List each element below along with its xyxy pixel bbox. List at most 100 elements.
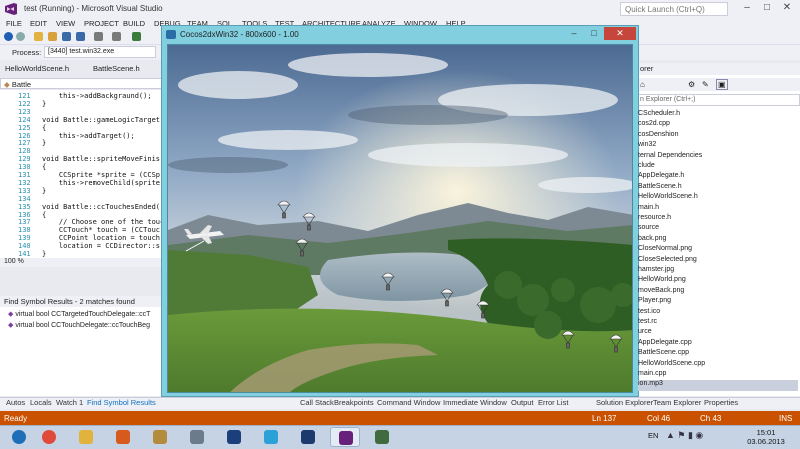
solution-item[interactable]: main.h [638,204,798,215]
solution-item[interactable]: back.png [638,235,798,246]
solution-search-input[interactable]: n Explorer (Ctrl+;) [636,94,800,106]
solution-item[interactable]: ion.mp3 [638,380,798,391]
start-orb-glyph [12,430,26,444]
tab-watch-1[interactable]: Watch 1 [56,398,83,407]
solution-item[interactable]: test.rc [638,318,798,329]
tray-icons[interactable]: ▲ ⚑ ▮ ◉ [666,430,703,441]
solution-item[interactable]: CloseSelected.png [638,256,798,267]
chrome-icon[interactable] [34,427,64,447]
redo-icon[interactable] [112,32,121,41]
quick-launch-input[interactable]: Quick Launch (Ctrl+Q) [620,2,728,16]
solution-item[interactable]: Player.png [638,297,798,308]
code-line[interactable]: 141} [0,250,165,258]
solution-item[interactable]: resource.h [638,214,798,225]
solution-item[interactable]: HelloWorld.png [638,276,798,287]
solution-item[interactable]: moveBack.png [638,287,798,298]
game-close-button[interactable]: ✕ [604,27,636,40]
media-icon[interactable] [108,427,138,447]
code-editor[interactable]: 121 this->addBackgraund(); 122} 123 124 void… [0,90,165,258]
solution-item[interactable]: CloseNormal.png [638,245,798,256]
undo-icon[interactable] [94,32,103,41]
system-clock[interactable]: 15:01 03.06.2013 [746,428,786,446]
tab-output[interactable]: Output [511,398,534,407]
breadcrumb-label: Battle [11,80,32,89]
process-select[interactable]: [3440] test.win32.exe [44,46,156,58]
find-results-header: Find Symbol Results - 2 matches found [0,296,165,307]
tab-helloworldscene-h[interactable]: HelloWorldScene.h [5,64,69,73]
solution-item[interactable]: HelloWorldScene.cpp [638,360,798,371]
solution-item[interactable]: test.ico [638,308,798,319]
skype-icon[interactable] [256,427,286,447]
tab-locals[interactable]: Locals [30,398,52,407]
continue-icon[interactable] [132,32,141,41]
maximize-button[interactable]: □ [758,2,776,15]
home-icon[interactable]: ⌂ [640,80,645,89]
tab-call-stack[interactable]: Call Stack [300,398,334,407]
menu-file[interactable]: FILE [6,19,22,28]
close-button[interactable]: ✕ [778,2,796,15]
solution-item[interactable]: AppDelegate.h [638,172,798,183]
solution-item[interactable]: ternal Dependencies [638,152,798,163]
tab-solution-explorer[interactable]: Solution Explorer [596,398,653,407]
minimize-button[interactable]: – [738,2,756,15]
properties-icon[interactable]: ⚙ [688,80,695,89]
open-folder-icon[interactable] [48,32,57,41]
line-number: 128 [18,147,31,156]
app-window-icon[interactable] [367,427,397,447]
explorer-icon[interactable] [71,427,101,447]
status-insert-mode: INS [779,414,793,423]
tab-battlescene-h[interactable]: BattleScene.h [93,64,140,73]
solution-item[interactable]: BattleScene.cpp [638,349,798,360]
solution-item[interactable]: cos2d.cpp [638,120,798,131]
solution-item[interactable]: BattleScene.h [638,183,798,194]
new-project-icon[interactable] [34,32,43,41]
menu-edit[interactable]: EDIT [30,19,47,28]
tab-error-list[interactable]: Error List [538,398,568,407]
forward-icon[interactable] [16,32,25,41]
save-all-icon[interactable] [76,32,85,41]
game-maximize-button[interactable]: □ [584,27,604,40]
tab-find-symbol-results[interactable]: Find Symbol Results [87,398,156,407]
tab-immediate-window[interactable]: Immediate Window [443,398,507,407]
preview-icon[interactable]: ▣ [716,79,728,90]
solution-item[interactable]: main.cpp [638,370,798,381]
line-number: 132 [18,178,31,187]
menu-build[interactable]: BUILD [123,19,145,28]
line-number: 141 [18,250,31,258]
start-orb[interactable] [4,427,34,447]
solution-item[interactable]: AppDelegate.cpp [638,339,798,350]
find-result-item[interactable]: ◆ virtual bool CCTargetedTouchDelegate::… [8,310,150,318]
menu-project[interactable]: PROJECT [84,19,119,28]
solution-item[interactable]: win32 [638,141,798,152]
find-result-item[interactable]: ◆ virtual bool CCTouchDelegate::ccTouchB… [8,321,150,329]
solution-item[interactable]: cosDenshion [638,131,798,142]
save-icon[interactable] [62,32,71,41]
tab-autos[interactable]: Autos [6,398,25,407]
solution-item[interactable]: HelloWorldScene.h [638,193,798,204]
solution-item[interactable]: source [638,224,798,235]
powershell-icon[interactable] [219,427,249,447]
line-number: 136 [18,210,31,219]
tab-team-explorer[interactable]: Team Explorer [653,398,701,407]
photoshop-icon[interactable] [293,427,323,447]
solution-item[interactable]: clude [638,162,798,173]
tab-breakpoints[interactable]: Breakpoints [334,398,374,407]
back-icon[interactable] [4,32,13,41]
language-indicator[interactable]: EN [648,431,658,440]
menu-view[interactable]: VIEW [56,19,75,28]
paint-icon[interactable] [145,427,175,447]
tab-command-window[interactable]: Command Window [377,398,440,407]
solution-item[interactable]: hamster.jpg [638,266,798,277]
solution-item[interactable]: urce [638,328,798,339]
code-text: this->addBackgraund(); [42,92,152,100]
game-canvas[interactable] [167,44,633,393]
cocos2dx-game-window[interactable]: Cocos2dxWin32 - 800x600 - 1.00 – □ ✕ [161,25,639,397]
solution-item[interactable]: CScheduler.h [638,110,798,121]
game-minimize-button[interactable]: – [564,27,584,40]
zoom-level[interactable]: 100 % [0,258,165,267]
visual-studio-icon[interactable] [330,427,360,447]
class-navigation-dropdown[interactable]: ◆ Battle [0,78,165,89]
wrench-icon[interactable]: ✎ [702,80,709,89]
tab-properties[interactable]: Properties [704,398,738,407]
calculator-icon[interactable] [182,427,212,447]
